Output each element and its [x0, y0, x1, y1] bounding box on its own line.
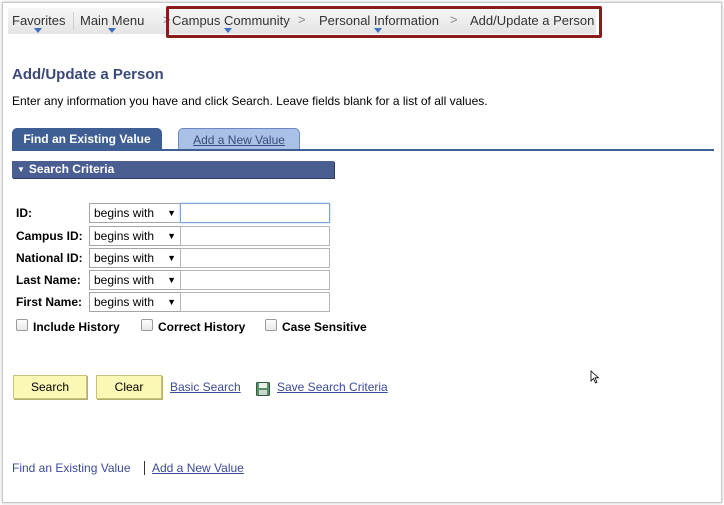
- last-name-operator-value: begins with: [94, 273, 155, 287]
- checkbox-box[interactable]: [16, 319, 28, 331]
- first-name-input[interactable]: [180, 292, 330, 312]
- tab-add-new-value[interactable]: Add a New Value: [178, 128, 300, 150]
- collapse-triangle-icon[interactable]: ▼: [17, 161, 25, 178]
- page-instructions: Enter any information you have and click…: [12, 94, 488, 108]
- save-floppy-icon[interactable]: [256, 382, 270, 396]
- national-id-operator-value: begins with: [94, 251, 155, 265]
- campus-id-label: Campus ID:: [16, 229, 83, 243]
- breadcrumb-highlight-box: [166, 6, 602, 38]
- dropdown-arrow-icon: ▼: [167, 275, 176, 285]
- dropdown-arrow-icon: ▼: [167, 253, 176, 263]
- search-criteria-title: Search Criteria: [28, 162, 115, 176]
- dropdown-arrow-icon: ▼: [167, 208, 176, 218]
- checkbox-box[interactable]: [141, 319, 153, 331]
- favorites-menu[interactable]: Favorites: [12, 13, 65, 28]
- id-operator-value: begins with: [94, 206, 155, 220]
- last-name-label: Last Name:: [16, 273, 81, 287]
- footer-add-new-link[interactable]: Add a New Value: [152, 461, 244, 475]
- id-label: ID:: [16, 206, 32, 220]
- first-name-label: First Name:: [16, 295, 83, 309]
- dropdown-arrow-icon: ▼: [167, 297, 176, 307]
- case-sensitive-label: Case Sensitive: [282, 320, 367, 334]
- first-name-operator-select[interactable]: begins with ▼: [89, 292, 181, 312]
- basic-search-link[interactable]: Basic Search: [170, 380, 241, 394]
- id-operator-select[interactable]: begins with ▼: [89, 203, 181, 223]
- footer-find-existing-link[interactable]: Find an Existing Value: [12, 461, 131, 475]
- footer-divider: [144, 461, 145, 475]
- correct-history-label: Correct History: [158, 320, 246, 334]
- nav-divider: [73, 12, 74, 30]
- campus-id-operator-select[interactable]: begins with ▼: [89, 226, 181, 246]
- include-history-label: Include History: [33, 320, 120, 334]
- main-menu-caret-icon[interactable]: [108, 28, 116, 33]
- campus-id-operator-value: begins with: [94, 229, 155, 243]
- national-id-operator-select[interactable]: begins with ▼: [89, 248, 181, 268]
- last-name-input[interactable]: [180, 270, 330, 290]
- dropdown-arrow-icon: ▼: [167, 231, 176, 241]
- save-search-criteria-link[interactable]: Save Search Criteria: [277, 380, 388, 394]
- id-input[interactable]: [180, 203, 330, 223]
- search-button[interactable]: Search: [13, 375, 87, 399]
- clear-button[interactable]: Clear: [96, 375, 162, 399]
- national-id-label: National ID:: [16, 251, 83, 265]
- page-title: Add/Update a Person: [12, 66, 164, 83]
- main-menu[interactable]: Main Menu: [80, 13, 144, 28]
- first-name-operator-value: begins with: [94, 295, 155, 309]
- favorites-caret-icon[interactable]: [34, 28, 42, 33]
- tab-find-existing-value[interactable]: Find an Existing Value: [12, 128, 162, 149]
- tab-underline: [12, 149, 714, 151]
- last-name-operator-select[interactable]: begins with ▼: [89, 270, 181, 290]
- national-id-input[interactable]: [180, 248, 330, 268]
- mouse-cursor-icon: [590, 370, 600, 384]
- campus-id-input[interactable]: [180, 226, 330, 246]
- search-criteria-header[interactable]: ▼ Search Criteria: [12, 161, 334, 178]
- checkbox-box[interactable]: [265, 319, 277, 331]
